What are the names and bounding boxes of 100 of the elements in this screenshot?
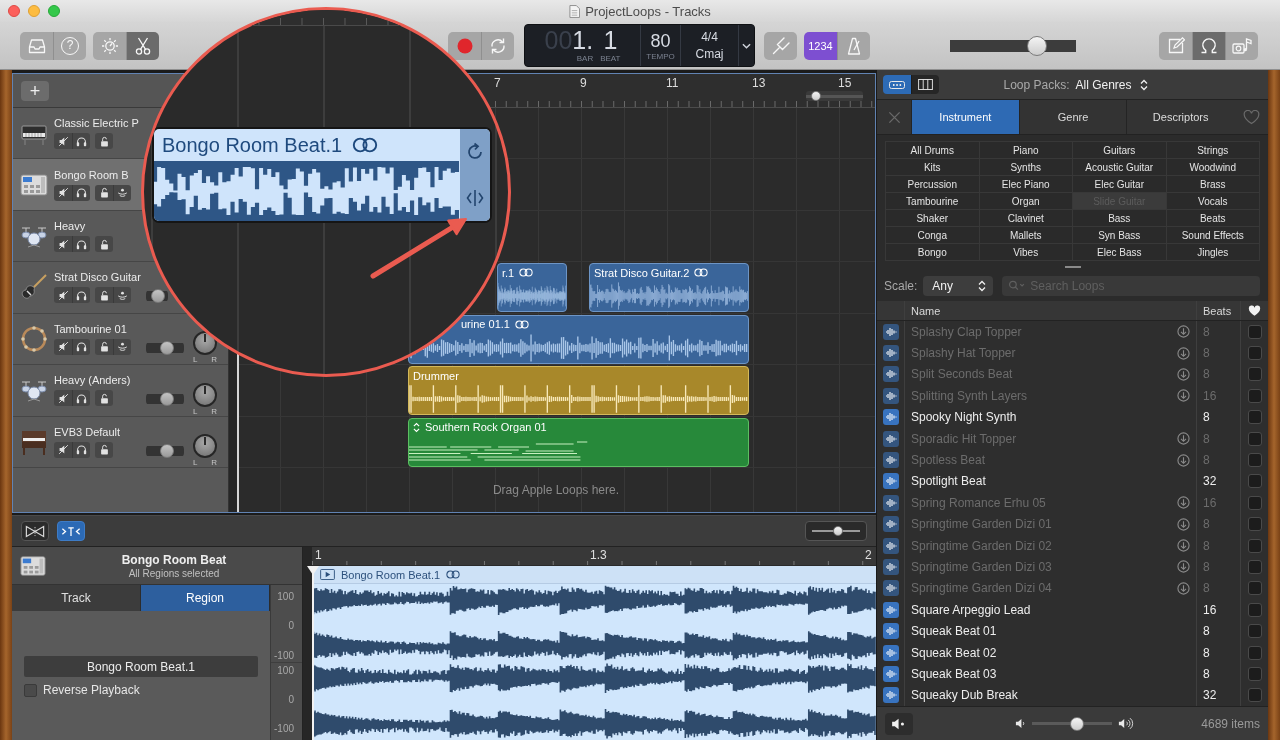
track-header[interactable]: Bongo Room B: [13, 159, 144, 211]
volume-slider[interactable]: [146, 443, 184, 458]
inspector-tab[interactable]: Region: [141, 585, 270, 611]
download-icon[interactable]: [1177, 346, 1190, 360]
playhead[interactable]: [307, 566, 319, 740]
keyword-button[interactable]: Mallets: [979, 227, 1072, 243]
media-browser-button[interactable]: [1225, 31, 1258, 60]
download-icon[interactable]: [1177, 496, 1190, 510]
slider-thumb[interactable]: [160, 392, 175, 407]
record-button[interactable]: [448, 31, 481, 60]
favorite-checkbox[interactable]: [1247, 431, 1262, 446]
keyword-button[interactable]: Vibes: [979, 244, 1072, 260]
keyword-button[interactable]: Conga: [886, 227, 979, 243]
solo-button[interactable]: [72, 184, 90, 201]
slider-thumb[interactable]: [832, 526, 843, 536]
favorite-checkbox[interactable]: [1247, 453, 1262, 468]
inspector-tab[interactable]: Track: [12, 585, 141, 611]
keyword-button[interactable]: Shaker: [886, 210, 979, 226]
keyword-button[interactable]: Vocals: [1166, 193, 1259, 209]
download-icon[interactable]: [1177, 517, 1190, 531]
column-view-button[interactable]: [911, 75, 939, 94]
count-in-button[interactable]: 1234: [804, 31, 837, 60]
download-icon[interactable]: [1177, 432, 1190, 446]
mute-button[interactable]: [54, 287, 72, 304]
keyword-button[interactable]: Syn Bass: [1073, 227, 1166, 243]
download-icon[interactable]: [1177, 325, 1190, 339]
keyword-button[interactable]: Beats: [1166, 210, 1259, 226]
keyword-button[interactable]: Synths: [979, 159, 1072, 175]
preview-button[interactable]: [885, 712, 913, 735]
keyword-button[interactable]: Elec Guitar: [1073, 176, 1166, 192]
lock-button[interactable]: [95, 133, 113, 150]
favorite-checkbox[interactable]: [1247, 581, 1262, 596]
pan-knob[interactable]: [193, 331, 217, 356]
zoom-slider[interactable]: [805, 521, 867, 541]
browser-tab[interactable]: Instrument: [911, 100, 1019, 134]
audio-region[interactable]: r.1: [497, 263, 567, 313]
midi-region[interactable]: Southern Rock Organ 01: [408, 417, 749, 467]
favorite-checkbox[interactable]: [1247, 560, 1262, 574]
favorite-checkbox[interactable]: [1247, 517, 1262, 532]
favorite-checkbox[interactable]: [1247, 624, 1262, 639]
download-icon[interactable]: [1177, 560, 1190, 574]
solo-button[interactable]: [72, 338, 90, 355]
button-view-button[interactable]: [883, 75, 911, 94]
favorite-checkbox[interactable]: [1247, 367, 1262, 382]
keyword-button[interactable]: Elec Bass: [1073, 244, 1166, 260]
download-icon[interactable]: [1177, 453, 1190, 467]
mute-button[interactable]: [54, 236, 72, 253]
editors-button[interactable]: [126, 31, 159, 60]
keyword-button[interactable]: Guitars: [1073, 142, 1166, 158]
metronome-button[interactable]: [837, 31, 870, 60]
keyword-button[interactable]: Tambourine: [886, 193, 979, 209]
slider-thumb[interactable]: [1027, 35, 1048, 56]
download-icon[interactable]: [1177, 539, 1190, 553]
slider-thumb[interactable]: [810, 91, 821, 101]
input-monitor-button[interactable]: [113, 338, 131, 355]
lock-button[interactable]: [95, 287, 113, 304]
keyword-button[interactable]: Jingles: [1166, 244, 1259, 260]
mute-button[interactable]: [54, 133, 72, 150]
input-monitor-button[interactable]: [113, 287, 131, 304]
keyword-button[interactable]: Strings: [1166, 142, 1259, 158]
cycle-button[interactable]: [481, 31, 514, 60]
keyword-button[interactable]: Kits: [886, 159, 979, 175]
keyword-button[interactable]: Organ: [979, 193, 1072, 209]
favorite-checkbox[interactable]: [1247, 645, 1262, 660]
mute-button[interactable]: [54, 441, 72, 458]
solo-button[interactable]: [72, 441, 90, 458]
lcd-menu-button[interactable]: [739, 25, 754, 66]
lock-button[interactable]: [95, 236, 113, 253]
download-icon[interactable]: [1177, 367, 1190, 381]
lock-button[interactable]: [95, 338, 113, 355]
keyword-button[interactable]: Bongo: [886, 244, 979, 260]
loop-packs-popup[interactable]: All Genres: [1075, 77, 1148, 92]
favorite-checkbox[interactable]: [1247, 666, 1262, 681]
input-monitor-button[interactable]: [113, 184, 131, 201]
audio-region[interactable]: urine 01.1: [408, 314, 749, 364]
keyword-button[interactable]: Woodwind: [1166, 159, 1259, 175]
solo-button[interactable]: [72, 287, 90, 304]
splitter-handle[interactable]: [1064, 266, 1081, 268]
keyword-button[interactable]: Bass: [1073, 210, 1166, 226]
checkbox[interactable]: [24, 683, 37, 697]
favorite-checkbox[interactable]: [1247, 346, 1262, 361]
solo-button[interactable]: [72, 133, 90, 150]
add-track-button[interactable]: +: [21, 80, 49, 101]
lock-button[interactable]: [95, 441, 113, 458]
pan-knob[interactable]: [193, 382, 217, 407]
keyword-button[interactable]: Sound Effects: [1166, 227, 1259, 243]
favorite-checkbox[interactable]: [1247, 602, 1262, 617]
keyword-button[interactable]: Acoustic Guitar: [1073, 159, 1166, 175]
editor-tool-button[interactable]: [57, 521, 85, 541]
download-icon[interactable]: [1177, 581, 1190, 595]
volume-slider[interactable]: [146, 392, 184, 407]
lock-button[interactable]: [95, 390, 113, 407]
favorite-checkbox[interactable]: [1247, 388, 1262, 403]
pan-knob[interactable]: [193, 434, 217, 459]
favorite-checkbox[interactable]: [1247, 495, 1262, 510]
mute-button[interactable]: [54, 184, 72, 201]
slider-thumb[interactable]: [1070, 716, 1085, 731]
keyword-button[interactable]: Brass: [1166, 176, 1259, 192]
slider-thumb[interactable]: [160, 443, 175, 458]
slider-thumb[interactable]: [150, 289, 165, 304]
